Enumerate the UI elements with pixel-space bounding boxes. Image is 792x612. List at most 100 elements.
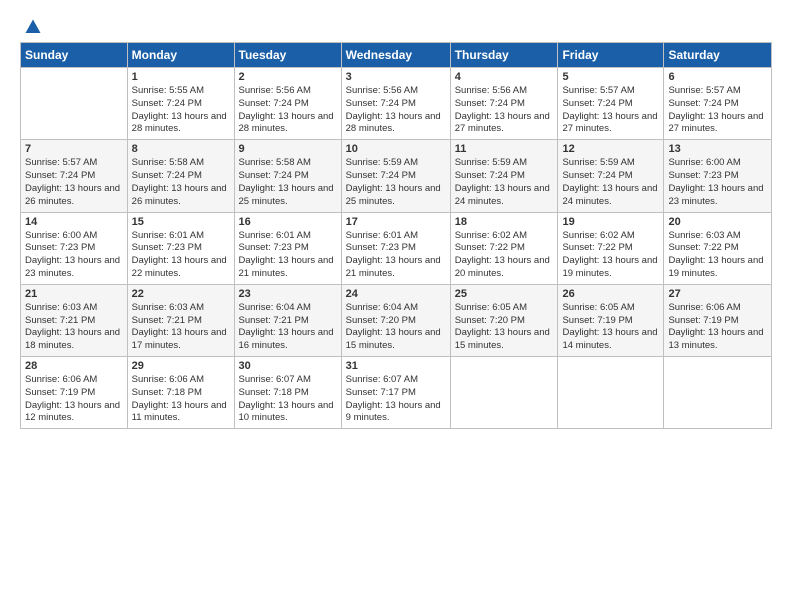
day-number: 19 [562,216,659,228]
weekday-header-sunday: Sunday [21,43,128,68]
day-cell: 31 Sunrise: 6:07 AMSunset: 7:17 PMDayligh… [341,357,450,429]
day-number: 15 [132,216,230,228]
day-info: Sunrise: 6:06 AMSunset: 7:19 PMDaylight:… [668,302,767,353]
weekday-header-friday: Friday [558,43,664,68]
weekday-header-wednesday: Wednesday [341,43,450,68]
day-number: 24 [346,288,446,300]
day-number: 10 [346,143,446,155]
day-cell: 13 Sunrise: 6:00 AMSunset: 7:23 PMDayligh… [664,140,772,212]
day-cell: 28Sunrise: 6:06 AMSunset: 7:19 PMDayligh… [21,357,128,429]
weekday-header-row: SundayMondayTuesdayWednesdayThursdayFrid… [21,43,772,68]
day-cell: 8 Sunrise: 5:58 AMSunset: 7:24 PMDaylight… [127,140,234,212]
day-info: Sunrise: 5:57 AMSunset: 7:24 PMDaylight:… [25,157,123,208]
weekday-header-thursday: Thursday [450,43,558,68]
day-cell: 25 Sunrise: 6:05 AMSunset: 7:20 PMDayligh… [450,284,558,356]
day-cell [558,357,664,429]
day-info: Sunrise: 6:07 AMSunset: 7:18 PMDaylight:… [239,374,337,425]
day-number: 26 [562,288,659,300]
day-info: Sunrise: 5:56 AMSunset: 7:24 PMDaylight:… [346,85,446,136]
day-number: 8 [132,143,230,155]
day-info: Sunrise: 6:04 AMSunset: 7:20 PMDaylight:… [346,302,446,353]
day-info: Sunrise: 6:04 AMSunset: 7:21 PMDaylight:… [239,302,337,353]
day-number: 22 [132,288,230,300]
week-row-4: 21Sunrise: 6:03 AMSunset: 7:21 PMDayligh… [21,284,772,356]
day-info: Sunrise: 6:03 AMSunset: 7:22 PMDaylight:… [668,230,767,281]
day-info: Sunrise: 5:56 AMSunset: 7:24 PMDaylight:… [239,85,337,136]
day-number: 23 [239,288,337,300]
day-cell: 23 Sunrise: 6:04 AMSunset: 7:21 PMDayligh… [234,284,341,356]
day-info: Sunrise: 5:59 AMSunset: 7:24 PMDaylight:… [455,157,554,208]
calendar: SundayMondayTuesdayWednesdayThursdayFrid… [20,42,772,429]
week-row-5: 28Sunrise: 6:06 AMSunset: 7:19 PMDayligh… [21,357,772,429]
day-number: 18 [455,216,554,228]
day-cell: 22 Sunrise: 6:03 AMSunset: 7:21 PMDayligh… [127,284,234,356]
day-info: Sunrise: 5:57 AMSunset: 7:24 PMDaylight:… [668,85,767,136]
week-row-3: 14 Sunrise: 6:00 AMSunset: 7:23 PMDayligh… [21,212,772,284]
day-number: 2 [239,71,337,83]
day-number: 30 [239,360,337,372]
weekday-header-saturday: Saturday [664,43,772,68]
day-number: 5 [562,71,659,83]
weekday-header-tuesday: Tuesday [234,43,341,68]
day-cell: 12 Sunrise: 5:59 AMSunset: 7:24 PMDayligh… [558,140,664,212]
day-info: Sunrise: 6:02 AMSunset: 7:22 PMDaylight:… [562,230,659,281]
day-cell: 1 Sunrise: 5:55 AMSunset: 7:24 PMDaylight… [127,68,234,140]
logo-icon [24,18,42,36]
day-info: Sunrise: 6:02 AMSunset: 7:22 PMDaylight:… [455,230,554,281]
day-cell: 10 Sunrise: 5:59 AMSunset: 7:24 PMDayligh… [341,140,450,212]
day-cell: 7Sunrise: 5:57 AMSunset: 7:24 PMDaylight… [21,140,128,212]
day-number: 29 [132,360,230,372]
week-row-1: 1 Sunrise: 5:55 AMSunset: 7:24 PMDaylight… [21,68,772,140]
day-number: 13 [668,143,767,155]
day-number: 16 [239,216,337,228]
day-cell: 27 Sunrise: 6:06 AMSunset: 7:19 PMDayligh… [664,284,772,356]
day-cell: 5 Sunrise: 5:57 AMSunset: 7:24 PMDaylight… [558,68,664,140]
day-info: Sunrise: 6:01 AMSunset: 7:23 PMDaylight:… [346,230,446,281]
day-info: Sunrise: 6:03 AMSunset: 7:21 PMDaylight:… [132,302,230,353]
day-info: Sunrise: 5:57 AMSunset: 7:24 PMDaylight:… [562,85,659,136]
day-number: 14 [25,216,123,228]
day-number: 6 [668,71,767,83]
day-cell: 26Sunrise: 6:05 AMSunset: 7:19 PMDayligh… [558,284,664,356]
day-info: Sunrise: 5:55 AMSunset: 7:24 PMDaylight:… [132,85,230,136]
day-cell: 18 Sunrise: 6:02 AMSunset: 7:22 PMDayligh… [450,212,558,284]
day-cell: 30 Sunrise: 6:07 AMSunset: 7:18 PMDayligh… [234,357,341,429]
day-info: Sunrise: 6:07 AMSunset: 7:17 PMDaylight:… [346,374,446,425]
day-cell: 3 Sunrise: 5:56 AMSunset: 7:24 PMDaylight… [341,68,450,140]
page: SundayMondayTuesdayWednesdayThursdayFrid… [0,0,792,612]
day-number: 3 [346,71,446,83]
day-cell: 2 Sunrise: 5:56 AMSunset: 7:24 PMDaylight… [234,68,341,140]
day-cell: 4 Sunrise: 5:56 AMSunset: 7:24 PMDaylight… [450,68,558,140]
day-info: Sunrise: 6:05 AMSunset: 7:20 PMDaylight:… [455,302,554,353]
day-number: 1 [132,71,230,83]
day-cell: 29Sunrise: 6:06 AMSunset: 7:18 PMDayligh… [127,357,234,429]
day-info: Sunrise: 6:00 AMSunset: 7:23 PMDaylight:… [25,230,123,281]
day-info: Sunrise: 6:00 AMSunset: 7:23 PMDaylight:… [668,157,767,208]
weekday-header-monday: Monday [127,43,234,68]
day-number: 31 [346,360,446,372]
day-number: 27 [668,288,767,300]
day-cell: 14 Sunrise: 6:00 AMSunset: 7:23 PMDayligh… [21,212,128,284]
week-row-2: 7Sunrise: 5:57 AMSunset: 7:24 PMDaylight… [21,140,772,212]
day-number: 12 [562,143,659,155]
day-cell: 19 Sunrise: 6:02 AMSunset: 7:22 PMDayligh… [558,212,664,284]
day-info: Sunrise: 5:56 AMSunset: 7:24 PMDaylight:… [455,85,554,136]
day-info: Sunrise: 6:01 AMSunset: 7:23 PMDaylight:… [132,230,230,281]
day-number: 25 [455,288,554,300]
day-cell: 17Sunrise: 6:01 AMSunset: 7:23 PMDayligh… [341,212,450,284]
day-info: Sunrise: 6:01 AMSunset: 7:23 PMDaylight:… [239,230,337,281]
day-cell [664,357,772,429]
day-cell: 6 Sunrise: 5:57 AMSunset: 7:24 PMDaylight… [664,68,772,140]
day-cell [21,68,128,140]
day-cell: 20 Sunrise: 6:03 AMSunset: 7:22 PMDayligh… [664,212,772,284]
day-cell [450,357,558,429]
day-info: Sunrise: 5:58 AMSunset: 7:24 PMDaylight:… [132,157,230,208]
day-info: Sunrise: 5:59 AMSunset: 7:24 PMDaylight:… [562,157,659,208]
day-info: Sunrise: 5:59 AMSunset: 7:24 PMDaylight:… [346,157,446,208]
day-number: 4 [455,71,554,83]
day-cell: 15 Sunrise: 6:01 AMSunset: 7:23 PMDayligh… [127,212,234,284]
day-number: 20 [668,216,767,228]
day-cell: 21Sunrise: 6:03 AMSunset: 7:21 PMDayligh… [21,284,128,356]
day-cell: 24 Sunrise: 6:04 AMSunset: 7:20 PMDayligh… [341,284,450,356]
day-number: 11 [455,143,554,155]
